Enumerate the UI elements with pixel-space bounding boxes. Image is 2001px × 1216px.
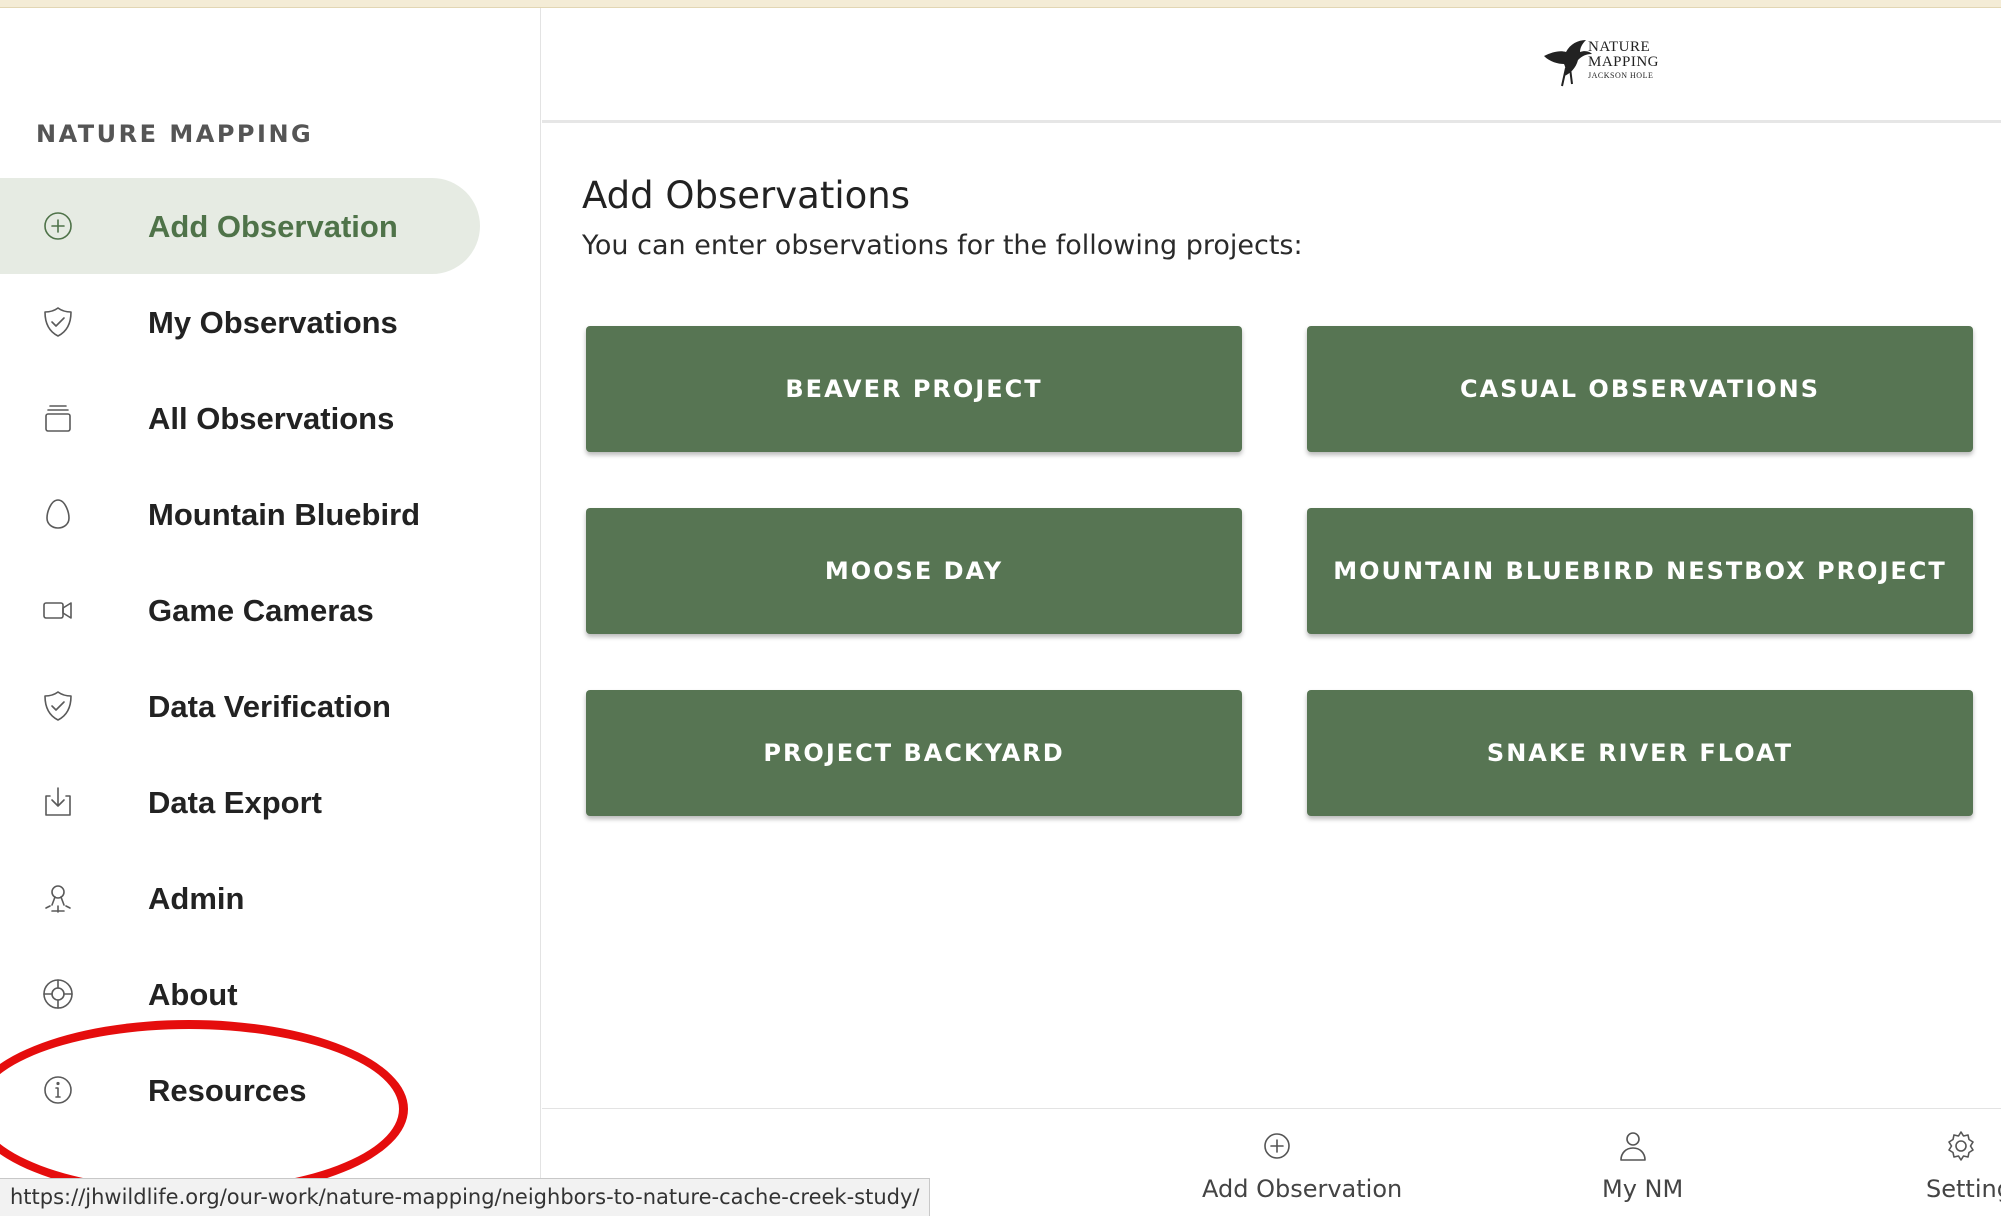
logo[interactable]: NATURE MAPPING JACKSON HOLE [1542, 28, 1692, 103]
sidebar-item-all-observations[interactable]: All Observations [0, 370, 480, 466]
sidebar: NATURE MAPPING Add Observation My Observ… [0, 8, 541, 1215]
sidebar-item-label: All Observations [148, 401, 395, 436]
egg-icon [40, 496, 76, 532]
sidebar-item-label: Mountain Bluebird [148, 497, 421, 532]
sidebar-item-label: My Observations [148, 305, 398, 340]
shield-check-icon [40, 688, 76, 724]
download-icon [40, 784, 76, 820]
admin-icon [40, 880, 76, 916]
sidebar-item-label: Game Cameras [148, 593, 374, 628]
sidebar-item-my-observations[interactable]: My Observations [0, 274, 480, 370]
sidebar-title: NATURE MAPPING [36, 120, 314, 148]
shield-check-icon [40, 304, 76, 340]
video-camera-icon [40, 592, 76, 628]
annotation-circle [0, 1020, 408, 1198]
bottom-nav-add-observation[interactable]: Add Observation [1202, 1109, 1402, 1216]
project-button-casual-observations[interactable]: CASUAL OBSERVATIONS [1307, 326, 1973, 452]
user-icon [1616, 1129, 1650, 1163]
sidebar-item-add-observation[interactable]: Add Observation [0, 178, 480, 274]
sidebar-item-game-cameras[interactable]: Game Cameras [0, 562, 480, 658]
bottom-nav-setting[interactable]: Setting [1922, 1109, 2001, 1216]
sidebar-item-mountain-bluebird[interactable]: Mountain Bluebird [0, 466, 480, 562]
project-button-beaver-project[interactable]: BEAVER PROJECT [586, 326, 1242, 452]
add-circle-icon [40, 208, 76, 244]
project-button-moose-day[interactable]: MOOSE DAY [586, 508, 1242, 634]
stack-icon [40, 400, 76, 436]
sidebar-item-label: Admin [148, 881, 245, 916]
sidebar-item-label: Data Verification [148, 689, 391, 724]
bottom-nav-label: My NM [1602, 1175, 1684, 1203]
sidebar-item-admin[interactable]: Admin [0, 850, 480, 946]
sidebar-item-label: Add Observation [148, 209, 398, 244]
bottom-nav-label: Add Observation [1202, 1175, 1403, 1203]
bird-logo-icon [1544, 40, 1592, 87]
bottom-nav-my-nm[interactable]: My NM [1592, 1109, 1712, 1216]
sidebar-item-data-verification[interactable]: Data Verification [0, 658, 480, 754]
sidebar-item-label: About [148, 977, 238, 1012]
project-button-mountain-bluebird-nestbox[interactable]: MOUNTAIN BLUEBIRD NESTBOX PROJECT [1307, 508, 1973, 634]
sidebar-item-data-export[interactable]: Data Export [0, 754, 480, 850]
logo-text: NATURE MAPPING JACKSON HOLE [1588, 39, 1660, 80]
browser-top-strip [0, 0, 2001, 8]
gear-icon [1944, 1129, 1978, 1163]
bottom-nav-label: Setting [1926, 1175, 2001, 1203]
project-button-project-backyard[interactable]: PROJECT BACKYARD [586, 690, 1242, 816]
lifebuoy-icon [40, 976, 76, 1012]
status-bar-url: https://jhwildlife.org/our-work/nature-m… [0, 1178, 931, 1216]
sidebar-item-label: Data Export [148, 785, 322, 820]
header: NATURE MAPPING JACKSON HOLE [542, 8, 2001, 123]
add-circle-icon [1260, 1129, 1294, 1163]
page-subtitle: You can enter observations for the follo… [582, 230, 1303, 261]
page-title: Add Observations [582, 174, 910, 217]
project-button-snake-river-float[interactable]: SNAKE RIVER FLOAT [1307, 690, 1973, 816]
